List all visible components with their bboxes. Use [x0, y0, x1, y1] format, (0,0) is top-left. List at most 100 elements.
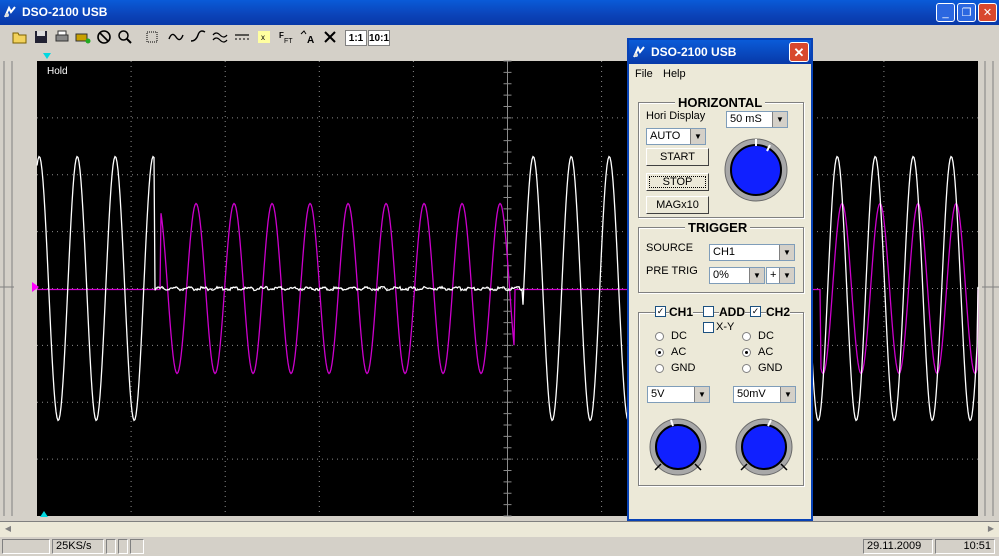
- text-button[interactable]: A: [299, 28, 317, 46]
- window-title: DSO-2100 USB: [22, 5, 108, 19]
- close-icon: ✕: [982, 7, 993, 19]
- add-checkbox[interactable]: [703, 306, 714, 317]
- horizontal-group: HORIZONTAL Hori Display 50 mS ▼ AUTO ▼ STA…: [638, 95, 804, 218]
- panel-menu-bar: File Help: [629, 65, 811, 83]
- horizontal-title: HORIZONTAL: [675, 95, 766, 110]
- minimize-icon: _: [942, 7, 949, 19]
- ch2-checkbox[interactable]: ✓: [750, 306, 761, 317]
- ch1-gnd-label: GND: [671, 362, 696, 374]
- ch1-checkbox[interactable]: ✓: [655, 306, 666, 317]
- ch1-dc-radio[interactable]: [655, 332, 664, 341]
- ch1-label: CH1: [669, 305, 694, 319]
- stop-button[interactable]: [95, 28, 113, 46]
- app-icon: [633, 45, 645, 58]
- svg-text:FT: FT: [284, 38, 293, 45]
- ch1-gnd-radio[interactable]: [655, 364, 664, 373]
- fft-icon: FFT: [279, 31, 293, 45]
- save-button[interactable]: [32, 28, 50, 46]
- mode-select[interactable]: AUTO ▼: [646, 128, 706, 145]
- status-bar: 25KS/s 29.11.2009 10:51: [0, 537, 999, 556]
- oscilloscope-screen[interactable]: Hold: [0, 51, 999, 521]
- status-date: 29.11.2009: [863, 539, 933, 554]
- print-button[interactable]: [53, 28, 71, 46]
- ch2-volts-select[interactable]: 50mV ▼: [733, 386, 796, 403]
- trigger-group: TRIGGER SOURCE CH1 ▼ PRE TRIG 0% ▼ + ▼: [638, 220, 804, 293]
- panel-title-bar[interactable]: DSO-2100 USB ✕: [629, 40, 811, 64]
- minimize-button[interactable]: _: [936, 3, 955, 22]
- ch1-dc-label: DC: [671, 330, 687, 342]
- print-setup-button[interactable]: [74, 28, 92, 46]
- scroll-right-icon[interactable]: ▶: [985, 524, 997, 535]
- svg-text:x: x: [261, 33, 265, 42]
- ch1-volts-knob[interactable]: [647, 416, 709, 478]
- timebase-knob[interactable]: [723, 137, 789, 203]
- ratio-10-button[interactable]: 10:1: [368, 30, 390, 46]
- timebase-select[interactable]: 50 mS ▼: [726, 111, 788, 128]
- add-label: ADD: [719, 305, 745, 319]
- ch1-ac-label: AC: [671, 346, 687, 358]
- close-icon: ✕: [793, 45, 805, 60]
- filter-button[interactable]: [211, 28, 229, 46]
- status-cell: [106, 539, 116, 554]
- waveform-2-icon: [190, 30, 206, 42]
- chevron-down-icon: ▼: [772, 112, 787, 127]
- ch1-volts-select[interactable]: 5V ▼: [647, 386, 710, 403]
- pretrig-label: PRE TRIG: [646, 265, 698, 277]
- status-cell: [130, 539, 144, 554]
- ch2-ac-radio[interactable]: [742, 348, 751, 357]
- chevron-down-icon: ▼: [779, 245, 794, 260]
- mag-button[interactable]: MAGx10: [646, 196, 709, 214]
- print-setup-icon: [75, 33, 91, 44]
- start-button[interactable]: START: [646, 148, 709, 166]
- restore-icon: ❐: [961, 7, 972, 19]
- ch2-label: CH2: [766, 305, 791, 319]
- ch2-dc-radio[interactable]: [742, 332, 751, 341]
- waveform-button[interactable]: [167, 28, 185, 46]
- toolbar: x F FT A 1:1 10:1: [0, 25, 999, 51]
- marker-icon: x: [258, 31, 270, 43]
- chevron-down-icon: ▼: [690, 129, 705, 144]
- open-icon: [12, 32, 27, 44]
- trigger-source-select[interactable]: CH1 ▼: [709, 244, 795, 261]
- stop-button[interactable]: STOP: [646, 173, 709, 191]
- ch1-ac-radio[interactable]: [655, 348, 664, 357]
- chevron-down-icon: ▼: [694, 387, 709, 402]
- zoom-icon: [118, 30, 132, 44]
- cursor-button[interactable]: [143, 28, 161, 46]
- control-panel: DSO-2100 USB ✕ File Help HORIZONTAL Hori…: [627, 38, 813, 521]
- menu-file[interactable]: File: [635, 68, 653, 80]
- horizontal-scrollbar[interactable]: ◀ ▶: [0, 521, 999, 538]
- restore-button[interactable]: ❐: [957, 3, 976, 22]
- panel-close-button[interactable]: ✕: [789, 42, 809, 62]
- cross-button[interactable]: [321, 28, 339, 46]
- menu-help[interactable]: Help: [663, 68, 686, 80]
- source-label: SOURCE: [646, 242, 694, 254]
- waveform-2-button[interactable]: [189, 28, 207, 46]
- xy-checkbox[interactable]: [703, 322, 714, 333]
- ch2-gnd-radio[interactable]: [742, 364, 751, 373]
- scope-area: Hold: [0, 51, 999, 521]
- fft-button[interactable]: F FT: [277, 28, 295, 46]
- app-icon: [4, 5, 16, 18]
- open-button[interactable]: [11, 28, 29, 46]
- ratio-1-button[interactable]: 1:1: [345, 30, 367, 46]
- zoom-button[interactable]: [116, 28, 134, 46]
- ch2-volts-knob[interactable]: [733, 416, 795, 478]
- print-icon: [55, 30, 69, 42]
- chevron-down-icon: ▼: [749, 268, 764, 283]
- title-bar: DSO-2100 USB _ ❐ ✕: [0, 0, 999, 25]
- dashed-line-icon: [235, 34, 249, 40]
- xy-label: X-Y: [716, 321, 735, 333]
- channels-group: ✓ CH1 ADD ✓ CH2 X-Y DC AC GND DC AC GND …: [638, 305, 804, 486]
- hori-display-label: Hori Display: [646, 110, 706, 122]
- dashed-line-button[interactable]: [233, 28, 251, 46]
- marker-button[interactable]: x: [255, 28, 273, 46]
- status-cell: [118, 539, 128, 554]
- slope-select[interactable]: + ▼: [766, 267, 795, 284]
- scroll-left-icon[interactable]: ◀: [2, 524, 14, 535]
- close-button[interactable]: ✕: [978, 3, 997, 22]
- svg-text:A: A: [307, 35, 314, 45]
- pretrig-select[interactable]: 0% ▼: [709, 267, 765, 284]
- sample-rate: 25KS/s: [52, 539, 104, 554]
- text-icon: A: [300, 30, 314, 45]
